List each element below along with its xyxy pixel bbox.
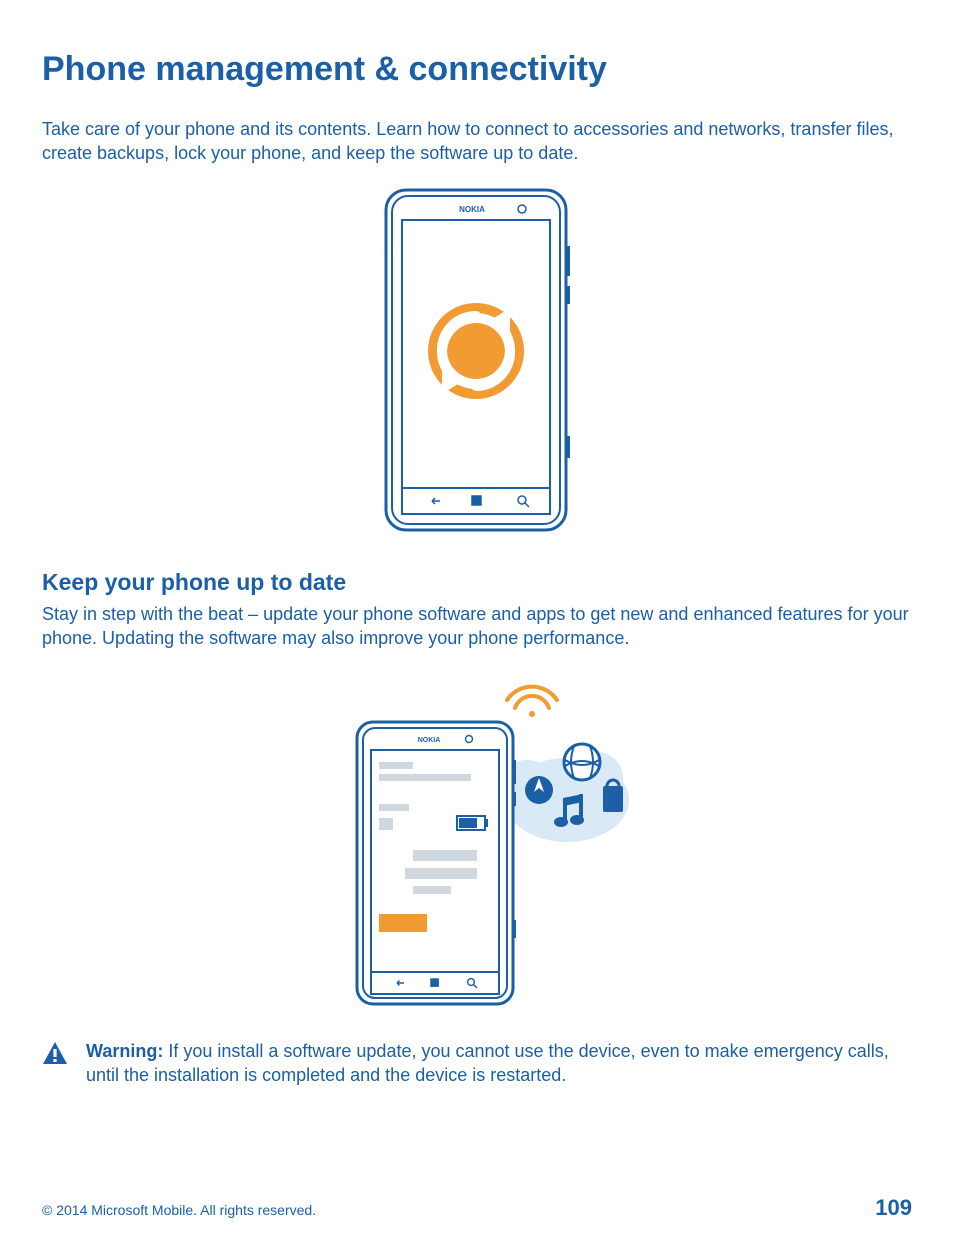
warning-body: If you install a software update, you ca…: [86, 1041, 889, 1085]
wifi-icon: [507, 687, 557, 717]
warning-label: Warning:: [86, 1041, 163, 1061]
section-title-update: Keep your phone up to date: [42, 569, 912, 596]
phone-sync-illustration: NOKIA: [382, 186, 572, 536]
intro-paragraph: Take care of your phone and its contents…: [42, 117, 912, 166]
copyright-text: © 2014 Microsoft Mobile. All rights rese…: [42, 1202, 316, 1218]
warning-text: Warning: If you install a software updat…: [86, 1039, 912, 1088]
figure-phone-sync: NOKIA: [42, 186, 912, 541]
page-number: 109: [875, 1195, 912, 1221]
compass-icon: [525, 776, 553, 804]
phone-brand-label-2: NOKIA: [418, 737, 441, 744]
phone-brand-label: NOKIA: [459, 205, 485, 214]
phone-update-illustration: NOKIA: [317, 670, 637, 1010]
page-footer: © 2014 Microsoft Mobile. All rights rese…: [42, 1195, 912, 1221]
windows-icon: [431, 979, 438, 986]
warning-icon: [42, 1041, 68, 1065]
section-intro-update: Stay in step with the beat – update your…: [42, 602, 912, 651]
globe-icon: [564, 744, 600, 780]
windows-icon: [472, 496, 481, 505]
figure-phone-update: NOKIA: [42, 670, 912, 1015]
page-title: Phone management & connectivity: [42, 50, 912, 89]
warning-block: Warning: If you install a software updat…: [42, 1039, 912, 1088]
